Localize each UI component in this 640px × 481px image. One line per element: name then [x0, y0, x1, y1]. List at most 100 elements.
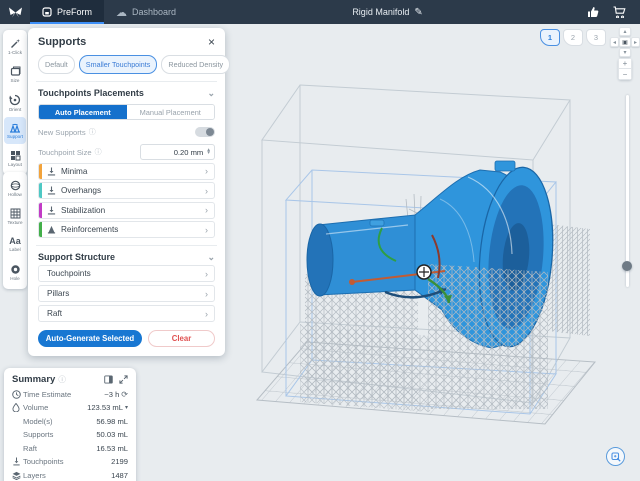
touchpoint-size-input[interactable]: 0.20 mm ▴ ▾ [140, 144, 215, 160]
close-icon[interactable]: × [208, 36, 215, 48]
zoom-out-button[interactable]: − [618, 69, 632, 80]
tool-orient[interactable]: Orient [4, 89, 26, 116]
printer-icon [42, 7, 52, 17]
auto-placement-label: Auto Placement [55, 108, 111, 117]
touchpoint-size-value: 0.20 mm [145, 148, 203, 157]
summary-row-volume[interactable]: Volume 123.53 mL▾ [12, 403, 128, 412]
zoom-selection-button[interactable] [606, 447, 625, 466]
chevron-right-icon: › [205, 166, 208, 176]
tab-preform[interactable]: PreForm [30, 0, 104, 24]
pan-down-button[interactable]: ▾ [619, 48, 631, 57]
row-reinforcements-label: Reinforcements [61, 225, 205, 234]
caret-down-icon[interactable]: ▾ [125, 404, 128, 411]
stepper-down-icon[interactable]: ▾ [207, 152, 210, 155]
row-overhangs[interactable]: Overhangs › [38, 182, 215, 199]
size-icon [10, 66, 21, 77]
tool-hole[interactable]: Hole [4, 259, 26, 286]
manual-placement-button[interactable]: Manual Placement [127, 105, 215, 119]
row-pillars[interactable]: Pillars › [38, 285, 215, 302]
auto-generate-selected-button[interactable]: Auto-Generate Selected [38, 330, 142, 347]
row-minima[interactable]: Minima › [38, 163, 215, 180]
pan-right-button[interactable]: ▸ [631, 37, 640, 47]
row-pillars-label: Pillars [47, 289, 69, 298]
tool-label[interactable]: Aa Label [4, 231, 26, 258]
tool-support[interactable]: Support [4, 117, 26, 144]
touchpoint-icon [47, 225, 56, 234]
chevron-right-icon: › [205, 186, 208, 196]
details-panel-icon[interactable] [104, 375, 113, 384]
stepper-arrows[interactable]: ▴ ▾ [207, 149, 210, 155]
models-label: Model(s) [23, 417, 96, 426]
tool-one-click-label: 1-Click [8, 50, 22, 55]
tool-texture-label: Texture [7, 220, 22, 225]
formlabs-butterfly-logo[interactable] [0, 0, 30, 24]
row-touchpoints-label: Touchpoints [47, 269, 91, 278]
pan-left-button[interactable]: ◂ [610, 37, 619, 47]
layer-slider[interactable] [623, 95, 631, 287]
models-value: 56.98 mL [96, 417, 128, 426]
tool-layout[interactable]: Layout [4, 145, 26, 172]
zoom-controls: + − [618, 58, 632, 80]
build-plate-tab-1[interactable]: 1 [540, 29, 560, 46]
pan-up-button[interactable]: ▴ [619, 27, 631, 36]
volume-value: 123.53 mL [87, 403, 123, 412]
toolbar-group-secondary: Hollow Texture Aa Label Hole [3, 172, 27, 289]
toggle-knob [206, 128, 214, 136]
layer-slider-knob[interactable] [622, 261, 632, 271]
new-supports-toggle[interactable] [195, 127, 215, 137]
new-supports-label: New Supports [38, 128, 86, 137]
clock-icon [12, 390, 21, 399]
clear-button[interactable]: Clear [148, 330, 215, 347]
row-stabilization[interactable]: Stabilization › [38, 202, 215, 219]
row-touchpoints[interactable]: Touchpoints › [38, 265, 215, 282]
chevron-right-icon: › [205, 269, 208, 279]
row-raft[interactable]: Raft › [38, 305, 215, 322]
tool-label-label: Label [9, 247, 20, 252]
touchpoints-placements-header[interactable]: Touchpoints Placements ⌄ [38, 88, 215, 98]
zoom-in-button[interactable]: + [618, 58, 632, 69]
touchpoint-icon [47, 167, 56, 176]
tool-hollow[interactable]: Hollow [4, 175, 26, 202]
tool-texture[interactable]: Texture [4, 203, 26, 230]
view-home-button[interactable]: ▣ [619, 37, 631, 47]
build-plate-tab-3[interactable]: 3 [586, 29, 606, 46]
arrow-up-icon: ▴ [623, 28, 626, 35]
layout-grid-icon [10, 150, 21, 161]
layer-slider-track[interactable] [626, 95, 629, 287]
preset-reduced-density[interactable]: Reduced Density [161, 55, 230, 74]
hollow-sphere-icon [10, 180, 21, 191]
refresh-icon[interactable]: ⟳ [121, 390, 128, 399]
info-icon: ⓘ [58, 374, 66, 385]
arrow-down-icon: ▾ [623, 49, 626, 56]
arrow-right-icon: ▸ [634, 39, 637, 46]
raft-volume-value: 16.53 mL [96, 444, 128, 453]
edit-title-icon[interactable]: ✎ [414, 7, 422, 18]
preform-window: PreForm ☁ Dashboard Rigid Manifold ✎ 1-C… [0, 0, 640, 481]
tool-support-label: Support [7, 134, 23, 139]
preset-smaller-touchpoints[interactable]: Smaller Touchpoints [79, 55, 158, 74]
supports-panel: Supports × Default Smaller Touchpoints R… [28, 28, 225, 356]
preset-default[interactable]: Default [38, 55, 75, 74]
summary-row-layers: Layers 1487 [12, 471, 128, 480]
reinforcements-color-bar [39, 222, 42, 237]
tool-one-click[interactable]: 1-Click [4, 33, 26, 60]
auto-placement-button[interactable]: Auto Placement [39, 105, 127, 119]
tab-dashboard[interactable]: ☁ Dashboard [104, 0, 188, 24]
manual-placement-label: Manual Placement [140, 108, 201, 117]
document-title: Rigid Manifold [352, 7, 409, 17]
build-plate-tab-3-label: 3 [594, 33, 598, 42]
tool-size[interactable]: Size [4, 61, 26, 88]
support-icon [9, 122, 21, 133]
label-aa-icon: Aa [9, 237, 21, 246]
volume-droplet-icon [12, 403, 20, 412]
hole-icon [10, 264, 21, 275]
thumbs-up-icon[interactable] [587, 6, 599, 18]
clear-label: Clear [172, 334, 192, 343]
support-structure-header[interactable]: Support Structure ⌄ [38, 252, 215, 262]
expand-icon[interactable] [119, 375, 128, 384]
touchpoint-icon [47, 206, 56, 215]
summary-row-raft: Raft 16.53 mL [12, 444, 128, 453]
build-plate-tab-2[interactable]: 2 [563, 29, 583, 46]
row-reinforcements[interactable]: Reinforcements › [38, 221, 215, 238]
cart-icon[interactable] [613, 6, 626, 18]
